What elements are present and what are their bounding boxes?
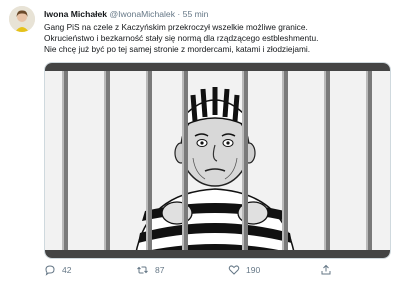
heart-icon: [228, 265, 240, 275]
like-button[interactable]: 190: [228, 264, 260, 276]
retweet-count: 87: [155, 265, 165, 275]
tweet-text-line: Okrucieństwo i bezkarność stały się norm…: [44, 33, 319, 43]
reply-icon: [45, 265, 55, 276]
tweet-actions: 42 87 190: [44, 264, 344, 278]
tweet-text: Gang PiS na czele z Kaczyńskim przekrocz…: [44, 22, 394, 55]
separator: ·: [177, 9, 181, 19]
reply-count: 42: [62, 265, 72, 275]
retweet-button[interactable]: 87: [136, 264, 164, 276]
tweet-text-line: Gang PiS na czele z Kaczyńskim przekrocz…: [44, 22, 308, 32]
avatar[interactable]: [9, 6, 35, 32]
prison-cartoon-image: [45, 63, 390, 258]
reply-button[interactable]: 42: [44, 264, 71, 276]
tweet-image[interactable]: [44, 62, 391, 259]
tweet-header: Iwona Michałek @IwonaMichalek · 55 min: [44, 9, 208, 19]
like-count: 190: [246, 265, 261, 275]
author-handle[interactable]: @IwonaMichalek: [109, 9, 175, 19]
author-name[interactable]: Iwona Michałek: [44, 9, 107, 19]
retweet-icon: [137, 266, 148, 274]
timestamp[interactable]: 55 min: [183, 9, 209, 19]
share-icon: [321, 264, 331, 275]
share-button[interactable]: [320, 264, 332, 276]
avatar-image: [9, 6, 35, 32]
tweet-text-line: Nie chcę już być po tej samej stronie z …: [44, 44, 311, 54]
